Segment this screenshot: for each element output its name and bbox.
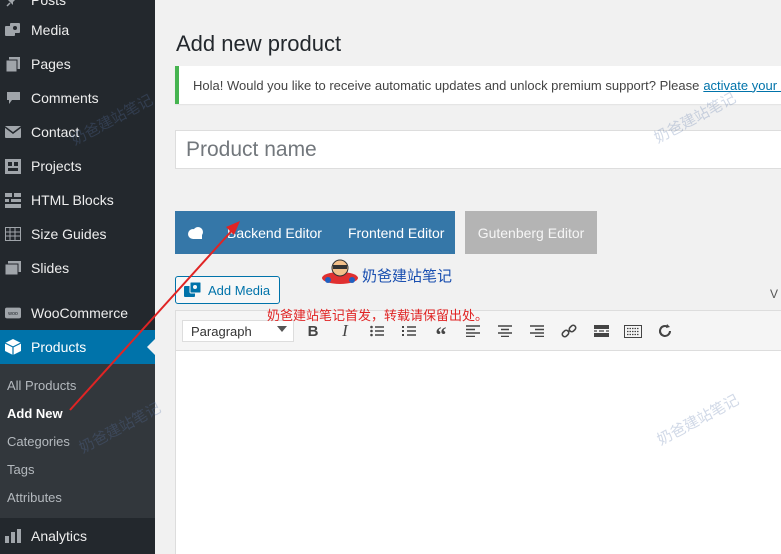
media-icon bbox=[5, 22, 21, 38]
page-builder-buttons: Backend Editor Frontend Editor bbox=[175, 211, 455, 254]
editor-toolbar: Paragraph B I “ bbox=[176, 311, 781, 351]
menu-contact[interactable]: Contact bbox=[0, 115, 155, 149]
menu-label: WooCommerce bbox=[31, 305, 128, 321]
product-name-placeholder: Product name bbox=[186, 137, 317, 161]
submenu-attributes[interactable]: Attributes bbox=[7, 490, 62, 505]
menu-analytics[interactable]: Analytics bbox=[0, 519, 155, 553]
format-value: Paragraph bbox=[191, 323, 252, 339]
page-title: Add new product bbox=[176, 31, 342, 56]
align-center-icon[interactable] bbox=[494, 321, 516, 341]
align-right-icon[interactable] bbox=[526, 321, 548, 341]
menu-label: Comments bbox=[31, 90, 99, 106]
menu-label: Media bbox=[31, 22, 70, 38]
menu-label: HTML Blocks bbox=[31, 192, 114, 208]
submenu-all-products[interactable]: All Products bbox=[7, 378, 76, 393]
activate-link[interactable]: activate your c bbox=[703, 78, 781, 93]
menu-comments[interactable]: Comments bbox=[0, 81, 155, 115]
cloud-icon bbox=[187, 226, 205, 239]
submenu-categories[interactable]: Categories bbox=[7, 434, 70, 449]
add-media-button[interactable]: Add Media bbox=[175, 276, 280, 304]
menu-label: Projects bbox=[31, 158, 82, 174]
add-media-label: Add Media bbox=[208, 282, 271, 298]
menu-label: Pages bbox=[31, 56, 71, 72]
box-icon bbox=[5, 339, 21, 355]
product-name-input[interactable]: Product name bbox=[175, 130, 781, 169]
frontend-editor-button[interactable]: Frontend Editor bbox=[348, 225, 445, 241]
menu-label: Analytics bbox=[31, 528, 88, 544]
link-icon[interactable] bbox=[558, 321, 580, 341]
submenu-add-new[interactable]: Add New bbox=[7, 406, 63, 421]
admin-sidebar: Posts Media Pages Comments Contact Proje… bbox=[0, 0, 155, 554]
table-icon bbox=[5, 226, 21, 242]
active-indicator bbox=[147, 339, 155, 355]
menu-pages[interactable]: Pages bbox=[0, 47, 155, 81]
grid-icon bbox=[5, 192, 21, 208]
mail-icon bbox=[5, 124, 21, 140]
menu-products[interactable]: Products bbox=[0, 330, 155, 364]
chart-bar-icon bbox=[5, 528, 21, 544]
products-submenu: All Products Add New Categories Tags Att… bbox=[0, 364, 155, 518]
visual-tab[interactable]: V bbox=[770, 287, 778, 301]
blockquote-icon[interactable]: “ bbox=[430, 321, 452, 347]
toolbar-toggle-icon[interactable] bbox=[622, 321, 644, 341]
menu-projects[interactable]: Projects bbox=[0, 149, 155, 183]
notice-text: Hola! Would you like to receive automati… bbox=[193, 77, 700, 93]
chevron-down-icon bbox=[277, 326, 287, 332]
pages-icon bbox=[5, 56, 21, 72]
menu-slides[interactable]: Slides bbox=[0, 251, 155, 285]
comment-icon bbox=[5, 90, 21, 106]
refresh-icon[interactable] bbox=[654, 321, 676, 341]
portfolio-icon bbox=[5, 158, 21, 174]
read-more-icon[interactable] bbox=[590, 321, 612, 341]
menu-woocommerce[interactable]: woo WooCommerce bbox=[0, 296, 155, 330]
gutenberg-editor-button[interactable]: Gutenberg Editor bbox=[465, 211, 597, 254]
slides-icon bbox=[5, 260, 21, 276]
content-editor[interactable]: Paragraph B I “ bbox=[175, 310, 781, 554]
format-select[interactable]: Paragraph bbox=[182, 320, 294, 342]
update-notice: Hola! Would you like to receive automati… bbox=[175, 66, 781, 104]
mascot-logo-icon bbox=[320, 258, 360, 289]
backend-editor-button[interactable]: Backend Editor bbox=[227, 225, 322, 241]
menu-label: Posts bbox=[31, 0, 67, 8]
align-left-icon[interactable] bbox=[462, 321, 484, 341]
pin-icon bbox=[5, 0, 21, 8]
submenu-tags[interactable]: Tags bbox=[7, 462, 34, 477]
italic-icon[interactable]: I bbox=[334, 321, 356, 341]
menu-label: Contact bbox=[31, 124, 80, 140]
menu-label: Slides bbox=[31, 260, 70, 276]
credit-text: 奶爸建站笔记 bbox=[362, 268, 453, 285]
bullet-list-icon[interactable] bbox=[366, 321, 388, 341]
menu-size-guides[interactable]: Size Guides bbox=[0, 217, 155, 251]
svg-text:woo: woo bbox=[8, 311, 18, 317]
menu-label: Size Guides bbox=[31, 226, 107, 242]
media-icon bbox=[184, 282, 202, 298]
menu-html-blocks[interactable]: HTML Blocks bbox=[0, 183, 155, 217]
woo-icon: woo bbox=[5, 305, 21, 321]
bold-icon[interactable]: B bbox=[302, 321, 324, 341]
menu-media[interactable]: Media bbox=[0, 13, 155, 47]
numbered-list-icon[interactable] bbox=[398, 321, 420, 341]
menu-label: Products bbox=[31, 339, 87, 355]
